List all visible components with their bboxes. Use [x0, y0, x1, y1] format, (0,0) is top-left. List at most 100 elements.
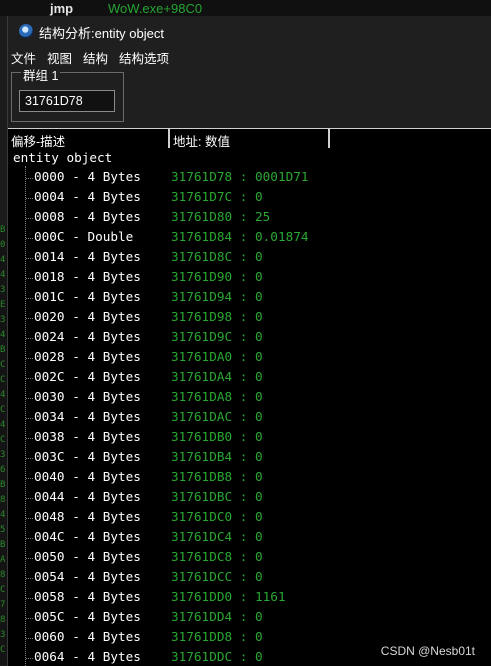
row-address-value: 31761DD4 : 0	[171, 609, 263, 624]
row-address-value: 31761DA8 : 0	[171, 389, 263, 404]
row-offset-description: 0064 - 4 Bytes	[34, 649, 141, 664]
group-address-input[interactable]	[19, 90, 115, 112]
column-header-empty[interactable]	[330, 129, 491, 148]
tree-row[interactable]: 005C - 4 Bytes 31761DD4 : 0	[8, 609, 491, 629]
tree-connector	[26, 178, 33, 179]
tree-row[interactable]: 004C - 4 Bytes 31761DC4 : 0	[8, 529, 491, 549]
tree-row[interactable]: 0038 - 4 Bytes 31761DB0 : 0	[8, 429, 491, 449]
tree-row[interactable]: 0004 - 4 Bytes 31761D7C : 0	[8, 189, 491, 209]
tree-connector	[26, 358, 33, 359]
column-header-address-value[interactable]: 地址: 数值	[170, 129, 330, 149]
tree-row[interactable]: 0030 - 4 Bytes 31761DA8 : 0	[8, 389, 491, 409]
tree-row[interactable]: 0014 - 4 Bytes 31761D8C : 0	[8, 249, 491, 269]
row-offset-description: 0028 - 4 Bytes	[34, 349, 141, 364]
tree-root-label[interactable]: entity object	[13, 150, 112, 165]
row-offset-description: 005C - 4 Bytes	[34, 609, 141, 624]
menu-bar: 文件 视图 结构 结构选项	[8, 46, 491, 68]
row-address-value: 31761DB4 : 0	[171, 449, 263, 464]
structure-tree[interactable]: entity object 0000 - 4 Bytes 31761D78 : 0…	[8, 149, 491, 666]
row-address-value: 31761DA4 : 0	[171, 369, 263, 384]
tree-connector	[26, 498, 33, 499]
tree-connector	[26, 278, 33, 279]
title-bar[interactable]: 结构分析:entity object	[8, 16, 491, 46]
menu-structure-options[interactable]: 结构选项	[118, 48, 175, 67]
row-address-value: 31761D9C : 0	[171, 329, 263, 344]
menu-structure[interactable]: 结构	[82, 48, 114, 67]
tree-row[interactable]: 003C - 4 Bytes 31761DB4 : 0	[8, 449, 491, 469]
row-offset-description: 0008 - 4 Bytes	[34, 209, 141, 224]
tree-row[interactable]: 001C - 4 Bytes 31761D94 : 0	[8, 289, 491, 309]
row-offset-description: 0054 - 4 Bytes	[34, 569, 141, 584]
column-header-row: 偏移-描述 地址: 数值	[8, 128, 491, 150]
structure-dissect-window: 结构分析:entity object 文件 视图 结构 结构选项 群组 1 偏移…	[7, 16, 491, 666]
row-address-value: 31761D84 : 0.01874	[171, 229, 309, 244]
menu-view[interactable]: 视图	[46, 48, 78, 67]
row-offset-description: 004C - 4 Bytes	[34, 529, 141, 544]
tree-row[interactable]: 000C - Double 31761D84 : 0.01874	[8, 229, 491, 249]
row-address-value: 31761DAC : 0	[171, 409, 263, 424]
tree-row[interactable]: 0000 - 4 Bytes 31761D78 : 0001D71	[8, 169, 491, 189]
column-header-offset-description[interactable]: 偏移-描述	[8, 129, 170, 149]
row-offset-description: 0020 - 4 Bytes	[34, 309, 141, 324]
tree-connector	[26, 658, 33, 659]
tree-connector	[26, 478, 33, 479]
row-address-value: 31761D90 : 0	[171, 269, 263, 284]
tree-connector	[26, 238, 33, 239]
tree-row[interactable]: 0034 - 4 Bytes 31761DAC : 0	[8, 409, 491, 429]
app-globe-icon	[19, 24, 33, 38]
tree-connector	[26, 638, 33, 639]
tree-row[interactable]: 0040 - 4 Bytes 31761DB8 : 0	[8, 469, 491, 489]
row-address-value: 31761DB8 : 0	[171, 469, 263, 484]
row-offset-description: 0058 - 4 Bytes	[34, 589, 141, 604]
tree-row[interactable]: 0018 - 4 Bytes 31761D90 : 0	[8, 269, 491, 289]
tree-connector	[26, 398, 33, 399]
row-address-value: 31761DCC : 0	[171, 569, 263, 584]
tree-connector	[26, 618, 33, 619]
background-opcode: jmp	[50, 1, 74, 16]
tree-connector	[26, 578, 33, 579]
row-offset-description: 0040 - 4 Bytes	[34, 469, 141, 484]
row-address-value: 31761D98 : 0	[171, 309, 263, 324]
row-offset-description: 0004 - 4 Bytes	[34, 189, 141, 204]
tree-connector	[26, 538, 33, 539]
tree-connector	[26, 258, 33, 259]
tree-row[interactable]: 0048 - 4 Bytes 31761DC0 : 0	[8, 509, 491, 529]
tree-connector	[26, 438, 33, 439]
tree-connector	[26, 198, 33, 199]
menu-file[interactable]: 文件	[10, 48, 42, 67]
tree-row[interactable]: 0054 - 4 Bytes 31761DCC : 0	[8, 569, 491, 589]
row-offset-description: 0018 - 4 Bytes	[34, 269, 141, 284]
row-offset-description: 0014 - 4 Bytes	[34, 249, 141, 264]
tree-row[interactable]: 0028 - 4 Bytes 31761DA0 : 0	[8, 349, 491, 369]
tree-row[interactable]: 0044 - 4 Bytes 31761DBC : 0	[8, 489, 491, 509]
row-address-value: 31761DC8 : 0	[171, 549, 263, 564]
tree-row[interactable]: 0050 - 4 Bytes 31761DC8 : 0	[8, 549, 491, 569]
tree-row[interactable]: 0024 - 4 Bytes 31761D9C : 0	[8, 329, 491, 349]
row-offset-description: 0050 - 4 Bytes	[34, 549, 141, 564]
row-offset-description: 0000 - 4 Bytes	[34, 169, 141, 184]
tree-connector	[26, 218, 33, 219]
row-address-value: 31761D78 : 0001D71	[171, 169, 309, 184]
row-offset-description: 002C - 4 Bytes	[34, 369, 141, 384]
tree-connector	[26, 318, 33, 319]
tree-row[interactable]: 002C - 4 Bytes 31761DA4 : 0	[8, 369, 491, 389]
group-label: 群组 1	[21, 65, 61, 84]
tree-row[interactable]: 0020 - 4 Bytes 31761D98 : 0	[8, 309, 491, 329]
background-operand: WoW.exe+98C0	[108, 1, 203, 16]
row-address-value: 31761D7C : 0	[171, 189, 263, 204]
row-address-value: 31761D8C : 0	[171, 249, 263, 264]
row-address-value: 31761DB0 : 0	[171, 429, 263, 444]
row-offset-description: 0044 - 4 Bytes	[34, 489, 141, 504]
row-offset-description: 0030 - 4 Bytes	[34, 389, 141, 404]
tree-row[interactable]: 0008 - 4 Bytes 31761D80 : 25	[8, 209, 491, 229]
row-address-value: 31761DD8 : 0	[171, 629, 263, 644]
row-address-value: 31761DD0 : 1161	[171, 589, 286, 604]
tree-connector	[26, 338, 33, 339]
watermark: CSDN @Nesb01t	[380, 644, 475, 658]
group-panel: 群组 1	[8, 65, 491, 128]
row-address-value: 31761DDC : 0	[171, 649, 263, 664]
tree-connector	[26, 458, 33, 459]
tree-row[interactable]: 0058 - 4 Bytes 31761DD0 : 1161	[8, 589, 491, 609]
tree-connector	[26, 598, 33, 599]
tree-connector	[26, 418, 33, 419]
